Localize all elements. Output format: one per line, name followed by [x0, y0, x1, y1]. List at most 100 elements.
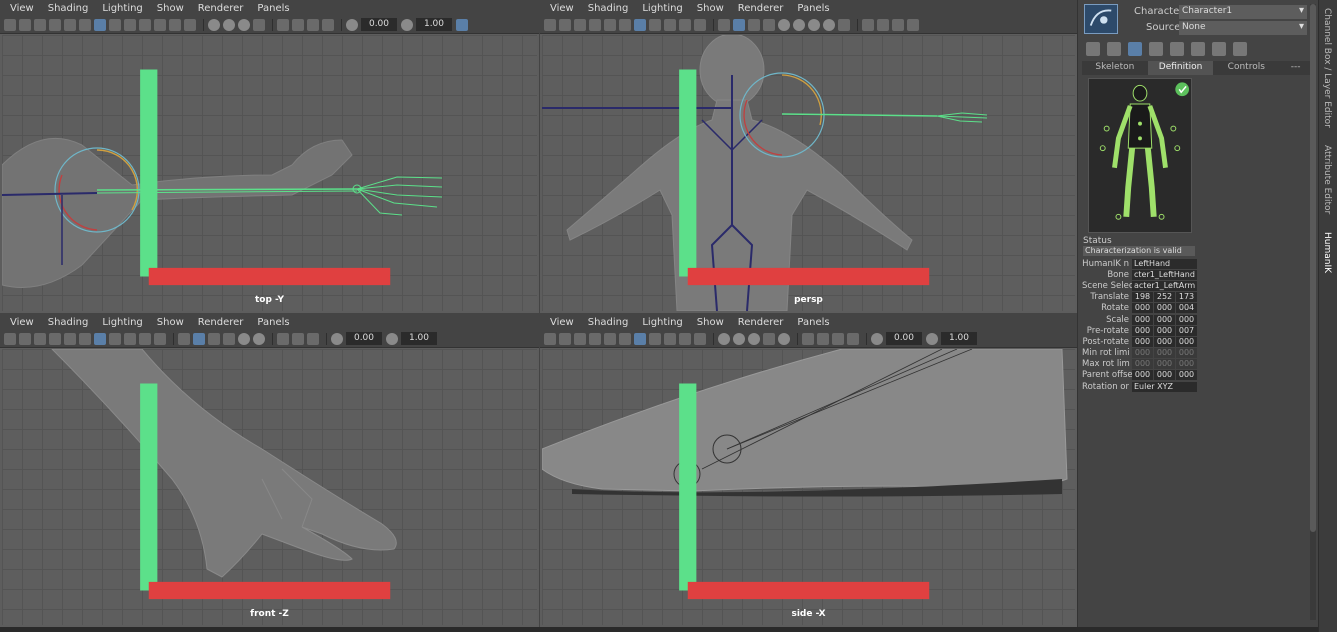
- lights-icon[interactable]: [238, 18, 250, 31]
- menu-renderer[interactable]: Renderer: [198, 317, 244, 328]
- tab-definition[interactable]: Definition: [1147, 61, 1214, 75]
- gamma-field[interactable]: 1.00: [401, 332, 437, 345]
- attribute-value-field[interactable]: 000: [1154, 325, 1175, 336]
- attribute-value-field[interactable]: 000: [1176, 370, 1197, 381]
- depth-of-field-icon[interactable]: [838, 18, 850, 31]
- image-plane-icon[interactable]: [49, 332, 61, 345]
- menu-show[interactable]: Show: [697, 3, 724, 14]
- grease-pencil-icon[interactable]: [79, 18, 91, 31]
- ambient-occlusion-icon[interactable]: [793, 18, 805, 31]
- gamma-field[interactable]: 1.00: [941, 332, 977, 345]
- menu-show[interactable]: Show: [157, 3, 184, 14]
- bookmark-icon[interactable]: [34, 18, 46, 31]
- exposure-field[interactable]: 0.00: [346, 332, 382, 345]
- use-all-lights-icon[interactable]: [763, 18, 775, 31]
- xray-active-icon[interactable]: [322, 18, 334, 31]
- shadows-icon[interactable]: [778, 18, 790, 31]
- menu-shading[interactable]: Shading: [48, 3, 89, 14]
- safe-title-icon[interactable]: [184, 18, 196, 31]
- smooth-shade-icon[interactable]: [733, 332, 745, 345]
- attribute-value-field[interactable]: 000: [1132, 348, 1153, 359]
- skeleton-figure-icon[interactable]: [1212, 42, 1226, 56]
- gate-mask-icon[interactable]: [139, 332, 151, 345]
- menu-view[interactable]: View: [10, 317, 34, 328]
- wireframe-cube-icon[interactable]: [178, 332, 190, 345]
- attribute-value-field[interactable]: 252: [1154, 292, 1175, 303]
- exposure-field[interactable]: 0.00: [886, 332, 922, 345]
- menu-shading[interactable]: Shading: [588, 317, 629, 328]
- attribute-value-field[interactable]: 173: [1176, 292, 1197, 303]
- attribute-value-field[interactable]: 198: [1132, 292, 1153, 303]
- field-chart-icon[interactable]: [694, 18, 706, 31]
- gamma-icon[interactable]: [386, 332, 398, 345]
- isolate-select-icon[interactable]: [802, 332, 814, 345]
- create-character-icon[interactable]: [1086, 42, 1100, 56]
- menu-view[interactable]: View: [10, 3, 34, 14]
- tab-attribute-editor[interactable]: Attribute Editor: [1322, 145, 1332, 214]
- attribute-value-field[interactable]: cter1_LeftHand: [1132, 269, 1197, 280]
- color-management-icon[interactable]: [456, 18, 468, 31]
- viewport-side[interactable]: View Shading Lighting Show Renderer Pane…: [540, 314, 1077, 627]
- textured-icon[interactable]: [208, 332, 220, 345]
- viewport-canvas[interactable]: front -Z: [2, 349, 537, 625]
- menu-panels[interactable]: Panels: [257, 317, 289, 328]
- attribute-value-field[interactable]: 000: [1154, 336, 1175, 347]
- menu-lighting[interactable]: Lighting: [102, 3, 142, 14]
- ambient-occlusion-icon[interactable]: [778, 332, 790, 345]
- definition-icon[interactable]: [1128, 42, 1142, 56]
- attribute-value-field[interactable]: 000: [1176, 314, 1197, 325]
- anti-aliasing-icon[interactable]: [823, 18, 835, 31]
- attribute-value-field[interactable]: 000: [1154, 348, 1175, 359]
- menu-lighting[interactable]: Lighting: [642, 317, 682, 328]
- attribute-value-field[interactable]: LeftHand: [1132, 258, 1197, 269]
- use-all-lights-icon[interactable]: [223, 332, 235, 345]
- attribute-value-field[interactable]: 000: [1176, 348, 1197, 359]
- menu-shading[interactable]: Shading: [588, 3, 629, 14]
- viewport-top[interactable]: View Shading Lighting Show Renderer Pane…: [0, 0, 539, 313]
- attribute-value-field[interactable]: 000: [1132, 303, 1153, 314]
- film-gate-icon[interactable]: [109, 18, 121, 31]
- xray-icon[interactable]: [877, 18, 889, 31]
- select-camera-icon[interactable]: [4, 18, 16, 31]
- two-d-pan-icon[interactable]: [604, 18, 616, 31]
- grid-icon[interactable]: [94, 332, 106, 345]
- attribute-value-field[interactable]: 000: [1154, 359, 1175, 370]
- xray-joints-icon[interactable]: [892, 18, 904, 31]
- ambient-occlusion-icon[interactable]: [253, 332, 265, 345]
- lights-icon[interactable]: [748, 332, 760, 345]
- grease-pencil-icon[interactable]: [79, 332, 91, 345]
- menu-panels[interactable]: Panels: [257, 3, 289, 14]
- xray-joints-icon[interactable]: [307, 18, 319, 31]
- source-dropdown[interactable]: None: [1179, 21, 1307, 35]
- exposure-icon[interactable]: [871, 332, 883, 345]
- character-definition-figure[interactable]: [1088, 78, 1192, 233]
- wireframe-cube-icon[interactable]: [718, 18, 730, 31]
- viewport-canvas[interactable]: top -Y: [2, 35, 537, 311]
- grease-pencil-icon[interactable]: [619, 18, 631, 31]
- attribute-value-field[interactable]: 000: [1132, 359, 1153, 370]
- smooth-shade-icon[interactable]: [223, 18, 235, 31]
- attribute-value-field[interactable]: 007: [1176, 325, 1197, 336]
- smooth-shade-cube-icon[interactable]: [733, 18, 745, 31]
- grid-icon[interactable]: [94, 18, 106, 31]
- viewport-canvas[interactable]: persp: [542, 35, 1075, 311]
- isolate-select-icon[interactable]: [277, 332, 289, 345]
- film-gate-icon[interactable]: [109, 332, 121, 345]
- gamma-icon[interactable]: [926, 332, 938, 345]
- image-plane-icon[interactable]: [49, 18, 61, 31]
- delete-icon[interactable]: [1191, 42, 1205, 56]
- shadows-icon[interactable]: [238, 332, 250, 345]
- isolate-select-icon[interactable]: [277, 18, 289, 31]
- menu-show[interactable]: Show: [697, 317, 724, 328]
- two-d-pan-icon[interactable]: [64, 18, 76, 31]
- xray-icon[interactable]: [292, 332, 304, 345]
- bookmark-icon[interactable]: [34, 332, 46, 345]
- isolate-select-icon[interactable]: [862, 18, 874, 31]
- camera-attributes-icon[interactable]: [559, 332, 571, 345]
- menu-view[interactable]: View: [550, 3, 574, 14]
- two-d-pan-icon[interactable]: [604, 332, 616, 345]
- motion-blur-icon[interactable]: [808, 18, 820, 31]
- film-gate-icon[interactable]: [649, 18, 661, 31]
- shadows-icon[interactable]: [763, 332, 775, 345]
- tab-controls[interactable]: Controls: [1213, 61, 1279, 75]
